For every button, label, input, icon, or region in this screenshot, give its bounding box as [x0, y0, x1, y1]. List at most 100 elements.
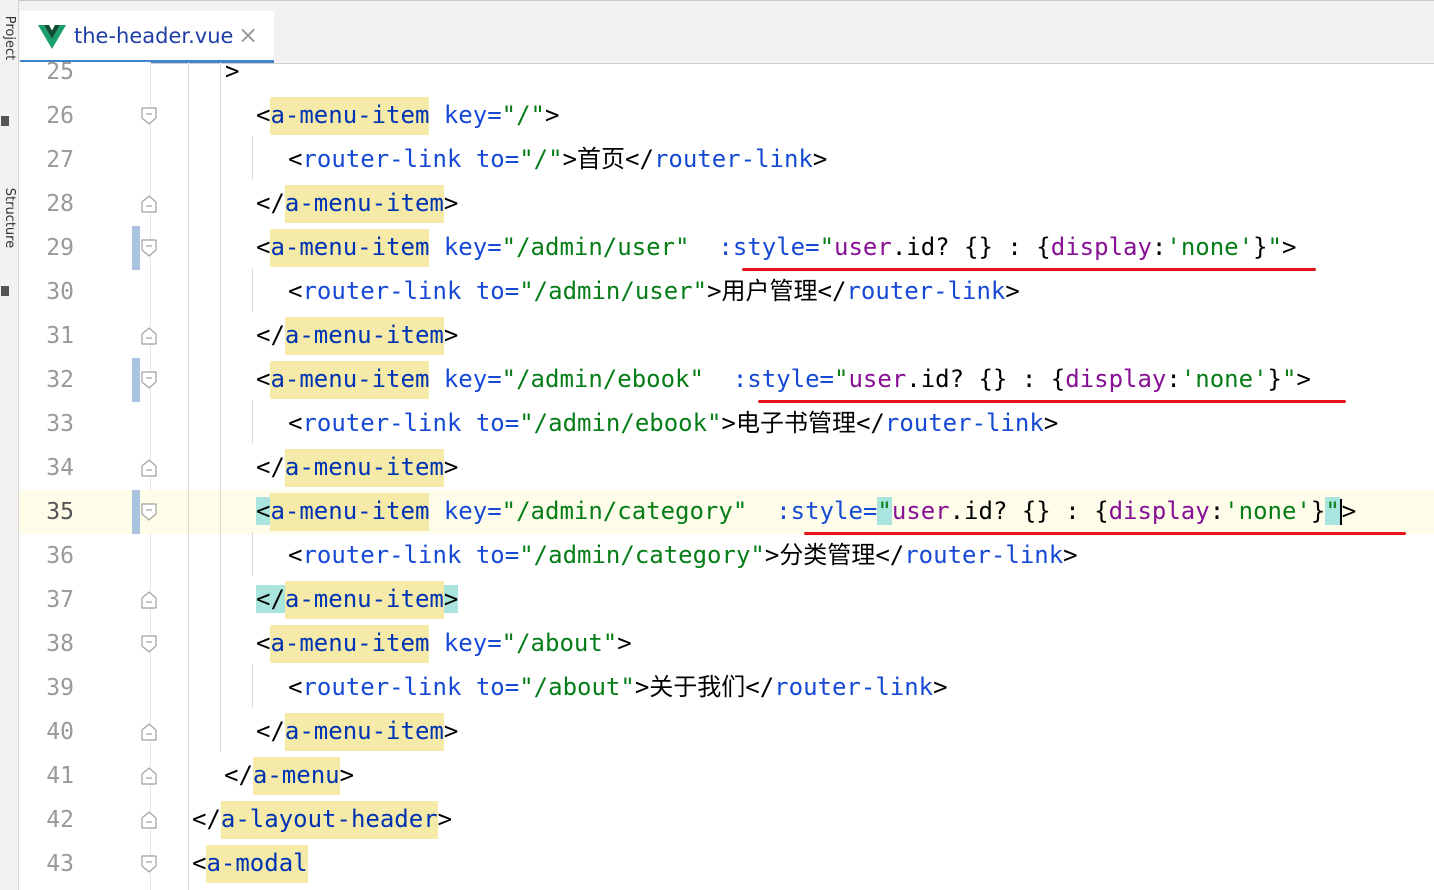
code-token: >: [225, 57, 240, 85]
fold-open-icon[interactable]: [141, 635, 157, 653]
code-line[interactable]: 30 <router-link to="/admin/user">用户管理</ro…: [19, 270, 1434, 314]
code-text[interactable]: <a-menu-item key="/">: [256, 97, 559, 135]
code-text[interactable]: </a-menu-item>: [256, 449, 458, 487]
code-token: a-menu-item: [270, 625, 430, 663]
line-number[interactable]: 32: [19, 367, 74, 393]
code-token: "/about": [501, 629, 618, 657]
change-marker[interactable]: [132, 358, 140, 402]
line-number[interactable]: 36: [19, 543, 74, 569]
code-token: }: [1253, 233, 1268, 261]
project-tool-button[interactable]: Project: [1, 0, 17, 77]
fold-close-icon[interactable]: [141, 591, 157, 609]
code-line[interactable]: 26 <a-menu-item key="/">: [19, 94, 1434, 138]
line-number[interactable]: 38: [19, 631, 74, 657]
code-token: >: [562, 145, 578, 173]
line-number[interactable]: 31: [19, 323, 74, 349]
code-line[interactable]: 35 <a-menu-item key="/admin/category" :st…: [19, 490, 1434, 534]
code-token: router-link: [904, 541, 1064, 569]
fold-open-icon[interactable]: [141, 239, 157, 257]
code-text[interactable]: >: [225, 56, 239, 86]
change-marker[interactable]: [132, 226, 140, 270]
code-line[interactable]: 33 <router-link to="/admin/ebook">电子书管理</…: [19, 402, 1434, 446]
code-line[interactable]: 41 </a-menu>: [19, 754, 1434, 798]
line-number[interactable]: 29: [19, 235, 74, 261]
code-token: >: [933, 673, 948, 701]
code-line[interactable]: 25 >: [19, 50, 1434, 94]
line-number[interactable]: 39: [19, 675, 74, 701]
code-text[interactable]: </a-menu-item>: [256, 317, 458, 355]
code-token: a-menu-item: [270, 361, 430, 399]
code-line[interactable]: 39 <router-link to="/about">关于我们</router-…: [19, 666, 1434, 710]
code-line[interactable]: 43 <a-modal: [19, 842, 1434, 886]
fold-close-icon[interactable]: [141, 767, 157, 785]
code-text[interactable]: <router-link to="/admin/ebook">电子书管理</ro…: [288, 408, 1058, 438]
code-token: router-link: [884, 409, 1044, 437]
code-line[interactable]: 29 <a-menu-item key="/admin/user" :style=…: [19, 226, 1434, 270]
line-number[interactable]: 25: [19, 59, 74, 85]
code-token: >: [1281, 233, 1297, 261]
code-text[interactable]: </a-menu-item>: [256, 185, 458, 223]
code-text[interactable]: <a-menu-item key="/admin/ebook" :style="…: [256, 361, 1311, 399]
code-line[interactable]: 32 <a-menu-item key="/admin/ebook" :style…: [19, 358, 1434, 402]
code-text[interactable]: </a-layout-header>: [192, 801, 452, 839]
code-token: a-menu-item: [284, 317, 444, 355]
code-text[interactable]: <router-link to="/">首页</router-link>: [288, 144, 827, 174]
line-number[interactable]: 43: [19, 851, 74, 877]
line-number[interactable]: 41: [19, 763, 74, 789]
line-number[interactable]: 42: [19, 807, 74, 833]
code-text[interactable]: <a-menu-item key="/admin/user" :style="u…: [256, 229, 1297, 267]
code-token: :style=: [718, 233, 820, 261]
line-number[interactable]: 34: [19, 455, 74, 481]
line-number[interactable]: 35: [19, 499, 74, 525]
structure-tool-button[interactable]: Structure: [1, 179, 17, 257]
code-line[interactable]: 27 <router-link to="/">首页</router-link>: [19, 138, 1434, 182]
code-token: .id? {} : {: [906, 365, 1066, 393]
code-text[interactable]: <router-link to="/admin/user">用户管理</rout…: [288, 276, 1020, 306]
line-number[interactable]: 30: [19, 279, 74, 305]
fold-close-icon[interactable]: [141, 195, 157, 213]
code-token: <: [288, 145, 303, 173]
code-token: router-link: [302, 277, 462, 305]
code-text[interactable]: </a-menu-item>: [256, 713, 458, 751]
fold-open-icon[interactable]: [141, 855, 157, 873]
code-token: 'none': [1224, 497, 1311, 525]
code-line[interactable]: 38 <a-menu-item key="/about">: [19, 622, 1434, 666]
line-number[interactable]: 28: [19, 191, 74, 217]
code-text[interactable]: <router-link to="/admin/category">分类管理</…: [288, 540, 1078, 570]
code-text[interactable]: </a-menu-item>: [256, 581, 459, 619]
code-text[interactable]: <router-link to="/about">关于我们</router-li…: [288, 672, 948, 702]
code-token: to=: [475, 409, 520, 437]
code-token: </: [256, 717, 285, 745]
code-text[interactable]: <a-modal: [192, 845, 308, 883]
code-token: "/about": [519, 673, 635, 701]
code-line[interactable]: 40 </a-menu-item>: [19, 710, 1434, 754]
line-number[interactable]: 37: [19, 587, 74, 613]
line-number[interactable]: 33: [19, 411, 74, 437]
fold-close-icon[interactable]: [141, 811, 157, 829]
fold-close-icon[interactable]: [141, 723, 157, 741]
code-line[interactable]: 34 </a-menu-item>: [19, 446, 1434, 490]
code-token: router-link: [302, 541, 462, 569]
line-number[interactable]: 26: [19, 103, 74, 129]
change-marker[interactable]: [132, 490, 140, 534]
line-number[interactable]: 40: [19, 719, 74, 745]
code-line[interactable]: 28 </a-menu-item>: [19, 182, 1434, 226]
code-token: <: [256, 101, 271, 129]
code-line[interactable]: 42 </a-layout-header>: [19, 798, 1434, 842]
code-text[interactable]: <a-menu-item key="/about">: [256, 625, 632, 663]
line-number[interactable]: 27: [19, 147, 74, 173]
close-icon[interactable]: ×: [238, 21, 258, 49]
fold-close-icon[interactable]: [141, 459, 157, 477]
fold-close-icon[interactable]: [141, 327, 157, 345]
code-editor[interactable]: 25 >26 <a-menu-item key="/"> 27 <router-link…: [19, 57, 1434, 890]
code-token: }: [1267, 365, 1282, 393]
code-token: >: [1063, 541, 1078, 569]
code-line[interactable]: 31 </a-menu-item>: [19, 314, 1434, 358]
code-text[interactable]: </a-menu>: [224, 757, 354, 795]
fold-open-icon[interactable]: [141, 371, 157, 389]
code-text[interactable]: <a-menu-item key="/admin/category" :styl…: [256, 493, 1356, 531]
fold-open-icon[interactable]: [141, 107, 157, 125]
code-line[interactable]: 37 </a-menu-item>: [19, 578, 1434, 622]
code-line[interactable]: 36 <router-link to="/admin/category">分类管理…: [19, 534, 1434, 578]
fold-open-icon[interactable]: [141, 503, 157, 521]
